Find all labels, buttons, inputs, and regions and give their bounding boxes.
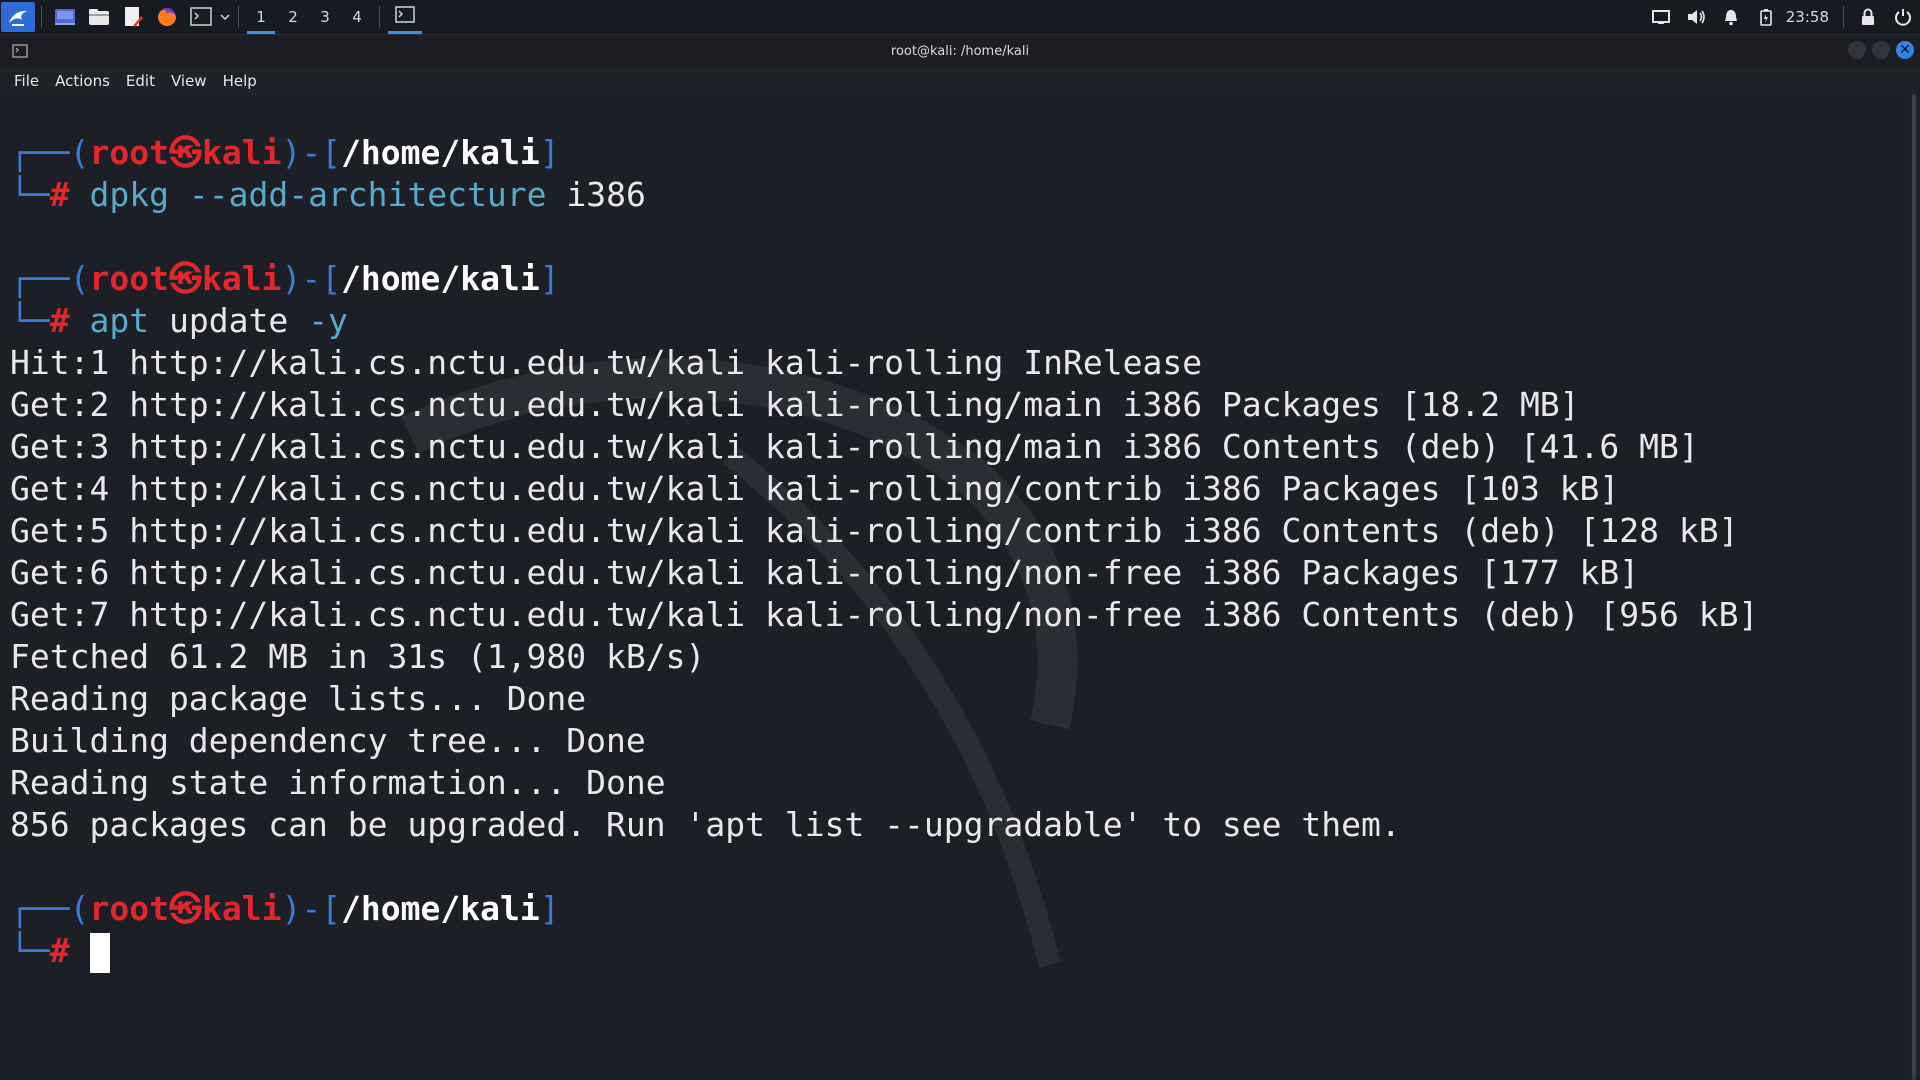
command-line: └─# apt update -y [10,301,348,340]
terminal-task-icon [395,6,415,28]
volume-icon[interactable] [1679,0,1714,34]
command-program: apt [89,301,150,340]
close-icon: ✕ [1899,42,1911,58]
system-tray: 23:58 [1644,0,1920,34]
output-line: Get:6 http://kali.cs.nctu.edu.tw/kali ka… [10,553,1640,592]
minimize-button[interactable] [1848,41,1866,59]
workspace-3[interactable]: 3 [309,0,341,34]
window-title: root@kali: /home/kali [890,43,1030,59]
prompt-dir: /home/kali [341,889,540,928]
terminal-task-button[interactable] [386,0,424,34]
firefox-icon[interactable] [150,0,184,34]
menu-file[interactable]: File [6,72,47,90]
maximize-button[interactable] [1872,41,1890,59]
panel-separator [1843,6,1844,28]
text-cursor[interactable] [89,932,110,973]
prompt-user: root [89,259,169,298]
prompt-header: ┌──(root㉿kali)-[/home/kali] [10,889,560,928]
menu-help[interactable]: Help [215,72,265,90]
text-editor-icon[interactable] [116,0,150,34]
prompt-symbol: # [49,175,70,214]
close-button[interactable]: ✕ [1896,41,1914,59]
output-line: Get:7 http://kali.cs.nctu.edu.tw/kali ka… [10,595,1759,634]
command-option: --add-architecture [188,175,547,214]
prompt-host: kali [201,133,282,172]
menu-actions[interactable]: Actions [47,72,118,90]
terminal-scrollbar[interactable] [1912,94,1916,1080]
output-line: Building dependency tree... Done [10,721,646,760]
panel-separator [379,6,380,28]
notification-bell-icon[interactable] [1714,0,1749,34]
chevron-down-icon[interactable] [218,0,232,34]
battery-icon[interactable] [1749,0,1784,34]
prompt-dir: /home/kali [341,133,540,172]
command-arg: update [168,301,289,340]
output-line: Reading state information... Done [10,763,666,802]
prompt-user: root [89,889,169,928]
prompt-user: root [89,133,169,172]
terminal-area[interactable]: ┌──(root㉿kali)-[/home/kali] └─# dpkg --a… [0,95,1906,1080]
prompt-symbol: # [49,301,70,340]
output-line: Get:5 http://kali.cs.nctu.edu.tw/kali ka… [10,511,1739,550]
power-icon[interactable] [1885,0,1920,34]
output-line: Get:2 http://kali.cs.nctu.edu.tw/kali ka… [10,385,1580,424]
output-line: Hit:1 http://kali.cs.nctu.edu.tw/kali ka… [10,343,1203,382]
command-arg: i386 [566,175,646,214]
prompt-dir: /home/kali [341,259,540,298]
desktop-icon[interactable] [48,0,82,34]
prompt-header: ┌──(root㉿kali)-[/home/kali] [10,133,560,172]
top-panel: 1 2 3 4 23:58 [0,0,1920,35]
kali-menu-icon[interactable] [1,2,35,32]
window-controls: ✕ [1848,41,1914,59]
workspace-2[interactable]: 2 [277,0,309,34]
command-line: └─# [10,930,110,973]
output-line: Reading package lists... Done [10,679,587,718]
clock[interactable]: 23:58 [1784,8,1837,26]
menu-edit[interactable]: Edit [118,72,163,90]
menu-view[interactable]: View [163,72,215,90]
display-icon[interactable] [1644,0,1679,34]
workspace-label: 4 [352,8,362,26]
workspace-4[interactable]: 4 [341,0,373,34]
workspace-1[interactable]: 1 [245,0,277,34]
panel-separator [41,6,42,28]
prompt-symbol: # [49,931,70,970]
workspace-label: 3 [320,8,330,26]
command-option: -y [308,301,348,340]
output-line: Get:4 http://kali.cs.nctu.edu.tw/kali ka… [10,469,1620,508]
prompt-host: kali [201,889,282,928]
window-titlebar[interactable]: root@kali: /home/kali ✕ [0,35,1920,67]
lock-icon[interactable] [1850,0,1885,34]
workspace-label: 2 [288,8,298,26]
panel-separator [238,6,239,28]
prompt-host: kali [201,259,282,298]
file-manager-icon[interactable] [82,0,116,34]
output-line: 856 packages can be upgraded. Run 'apt l… [10,805,1401,844]
command-program: dpkg [89,175,169,214]
output-line: Get:3 http://kali.cs.nctu.edu.tw/kali ka… [10,427,1699,466]
command-line: └─# dpkg --add-architecture i386 [10,175,646,214]
terminal-icon[interactable] [184,0,218,34]
menu-bar: File Actions Edit View Help [0,67,265,95]
workspace-label: 1 [256,8,266,26]
output-line: Fetched 61.2 MB in 31s (1,980 kB/s) [10,637,706,676]
prompt-header: ┌──(root㉿kali)-[/home/kali] [10,259,560,298]
